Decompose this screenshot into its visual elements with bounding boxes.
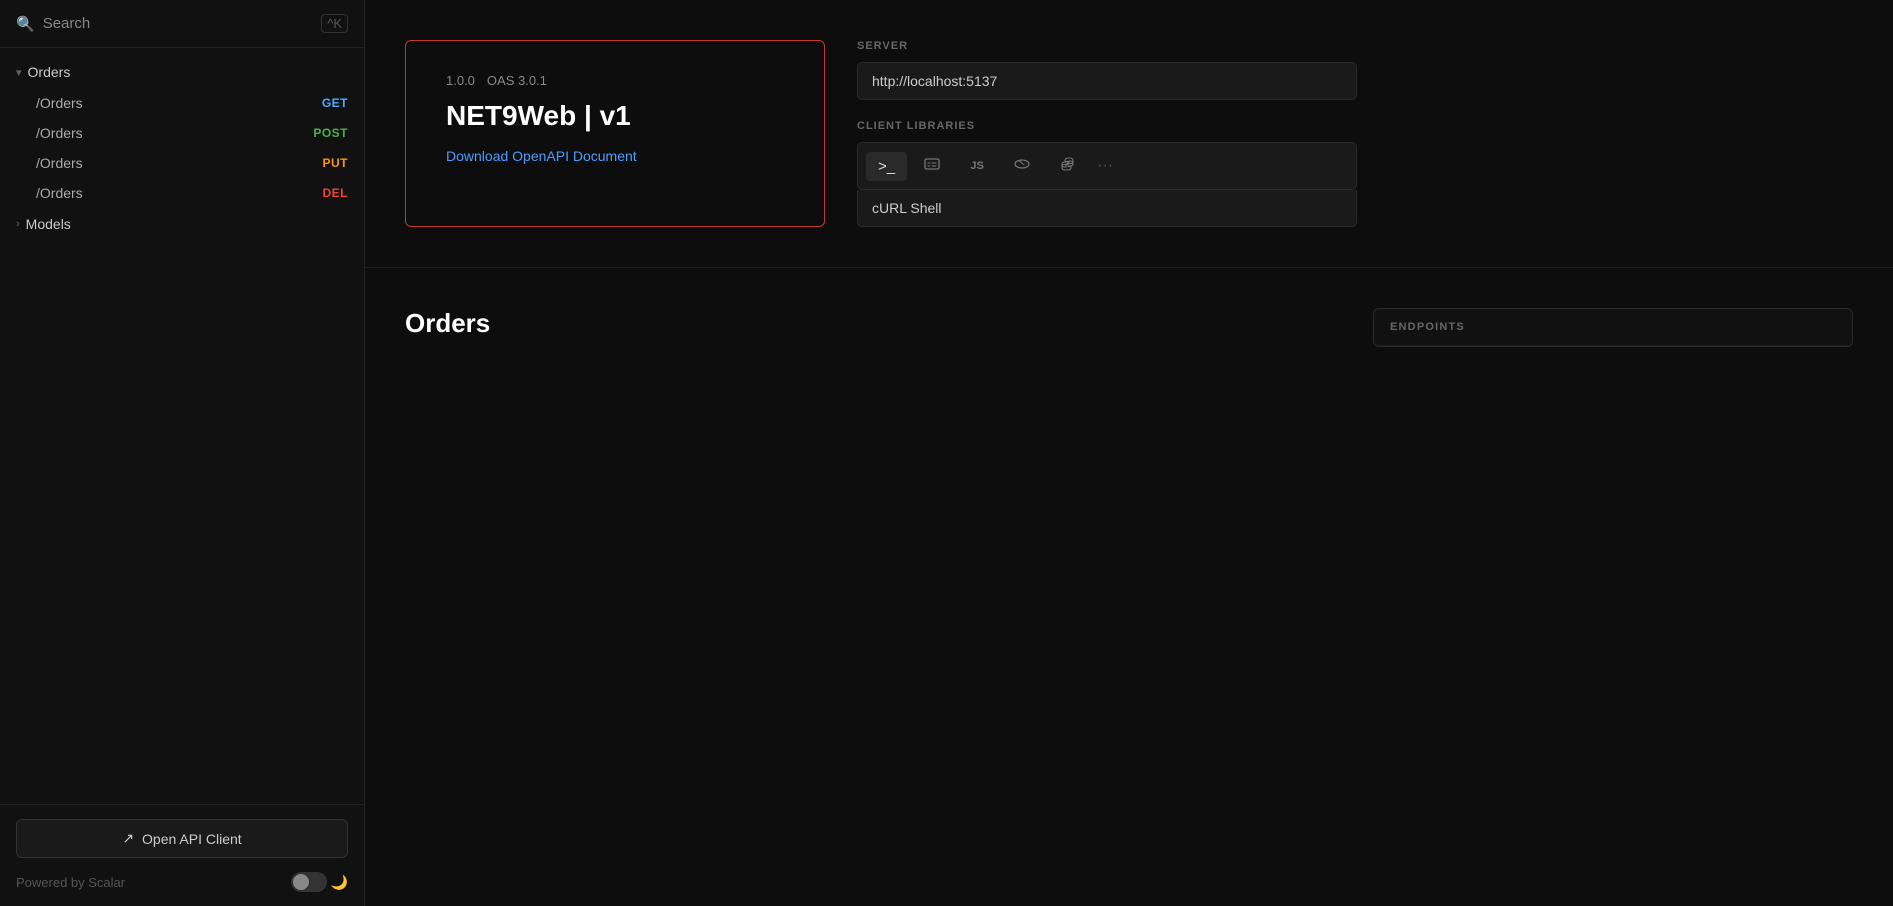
search-label: Search: [43, 15, 91, 32]
client-libraries-section: CLIENT LIBRARIES >_ JS: [857, 120, 1357, 227]
api-version: 1.0.0: [446, 73, 475, 88]
moon-icon: 🌙: [331, 874, 348, 891]
api-title: NET9Web | v1: [446, 100, 784, 132]
api-meta: 1.0.0 OAS 3.0.1: [446, 73, 784, 88]
main-content: 1.0.0 OAS 3.0.1 NET9Web | v1 Download Op…: [365, 0, 1893, 906]
search-icon: 🔍: [16, 15, 35, 33]
server-label: SERVER: [857, 40, 1357, 52]
chevron-down-icon: ▾: [16, 66, 22, 79]
powered-by-row: Powered by Scalar 🌙: [16, 872, 348, 892]
nav-group-models-label: Models: [26, 216, 71, 232]
server-panel: SERVER CLIENT LIBRARIES >_: [857, 40, 1357, 227]
nav-item-path: /Orders: [36, 95, 83, 111]
client-tab-python[interactable]: [1047, 149, 1089, 183]
toggle-track[interactable]: [291, 872, 327, 892]
nav-item-path: /Orders: [36, 155, 83, 171]
search-shortcut: ^K: [321, 14, 348, 33]
open-api-client-button[interactable]: ↗ Open API Client: [16, 819, 348, 858]
bottom-row: Orders ENDPOINTS: [405, 308, 1853, 363]
server-input[interactable]: [857, 62, 1357, 100]
nav-item-path: /Orders: [36, 185, 83, 201]
api-oas: OAS 3.0.1: [487, 73, 547, 88]
sidebar-nav: ▾ Orders /Orders GET /Orders POST /Order…: [0, 48, 364, 804]
theme-toggle[interactable]: 🌙: [291, 872, 348, 892]
nav-item-orders-put[interactable]: /Orders PUT: [0, 148, 364, 178]
client-tab-more[interactable]: ···: [1097, 157, 1113, 175]
api-info-card: 1.0.0 OAS 3.0.1 NET9Web | v1 Download Op…: [405, 40, 825, 227]
method-badge-del: DEL: [323, 186, 349, 200]
nav-item-orders-post[interactable]: /Orders POST: [0, 118, 364, 148]
search-bar[interactable]: 🔍 Search ^K: [0, 0, 364, 48]
method-badge-post: POST: [313, 126, 348, 140]
active-client-lib-name: cURL Shell: [857, 190, 1357, 227]
client-tab-php[interactable]: [1001, 149, 1043, 183]
bottom-left: Orders: [405, 308, 1341, 363]
client-library-tabs: >_ JS: [857, 142, 1357, 190]
nav-group-orders-label: Orders: [28, 64, 71, 80]
powered-by-text: Powered by Scalar: [16, 875, 125, 890]
php-icon: [1013, 155, 1031, 177]
nav-item-orders-del[interactable]: /Orders DEL: [0, 178, 364, 208]
top-section: 1.0.0 OAS 3.0.1 NET9Web | v1 Download Op…: [365, 0, 1893, 268]
open-api-btn-label: Open API Client: [142, 831, 242, 847]
client-tab-nodejs[interactable]: JS: [957, 154, 997, 178]
orders-section-title: Orders: [405, 308, 1341, 339]
download-openapi-link[interactable]: Download OpenAPI Document: [446, 148, 637, 164]
nav-item-path: /Orders: [36, 125, 83, 141]
nav-item-orders-get[interactable]: /Orders GET: [0, 88, 364, 118]
client-libraries-label: CLIENT LIBRARIES: [857, 120, 1357, 132]
bottom-section: Orders ENDPOINTS: [365, 268, 1893, 403]
method-badge-put: PUT: [323, 156, 349, 170]
client-tab-http[interactable]: [911, 149, 953, 183]
endpoints-box: ENDPOINTS: [1373, 308, 1853, 347]
nav-group-orders[interactable]: ▾ Orders: [0, 56, 364, 88]
open-api-icon: ↗: [122, 830, 134, 847]
nodejs-icon: JS: [970, 160, 983, 172]
toggle-thumb: [293, 874, 309, 890]
client-tab-curl[interactable]: >_: [866, 152, 907, 181]
sidebar: 🔍 Search ^K ▾ Orders /Orders GET /Orders…: [0, 0, 365, 906]
curl-icon: >_: [878, 158, 895, 175]
chevron-right-icon: ›: [16, 218, 20, 230]
method-badge-get: GET: [322, 96, 348, 110]
python-icon: [1059, 155, 1077, 177]
endpoints-label: ENDPOINTS: [1374, 309, 1852, 346]
http-icon: [923, 155, 941, 177]
nav-group-models[interactable]: › Models: [0, 208, 364, 240]
bottom-right: ENDPOINTS: [1373, 308, 1853, 347]
sidebar-footer: ↗ Open API Client Powered by Scalar 🌙: [0, 804, 364, 906]
